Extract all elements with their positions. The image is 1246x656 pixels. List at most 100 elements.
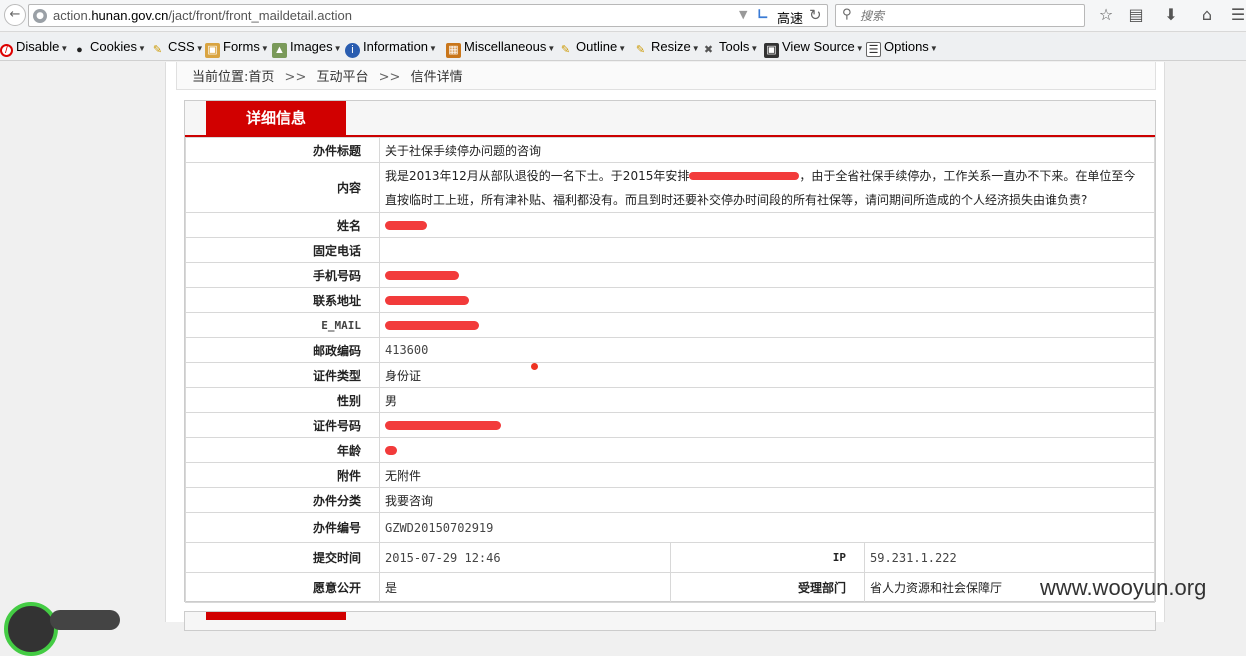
back-arrow-icon[interactable]: ← (4, 4, 26, 26)
breadcrumb-section-link[interactable]: 互动平台 (316, 70, 368, 85)
caret-down-icon: ▼ (429, 44, 437, 53)
bookmark-star-icon[interactable]: ☆ (1096, 5, 1116, 25)
css-icon: ✎ (152, 44, 163, 56)
floating-widget[interactable] (50, 610, 120, 630)
content-value: 我是2013年12月从部队退役的一名下士。于2015年安排 ，由于全省社保手续停办… (379, 162, 1155, 213)
age-value (379, 437, 1155, 463)
toolbar-item-miscellaneous[interactable]: ▦ Miscellaneous▼ (446, 39, 555, 58)
toolbar-item-view-source[interactable]: ▣ View Source▼ (764, 39, 864, 58)
redaction-mark (385, 296, 469, 305)
globe-icon: ● (33, 9, 47, 23)
field-label: E_MAIL (185, 312, 380, 338)
network-speed-widget[interactable] (4, 602, 58, 656)
toolbar-item-images[interactable]: ▲ Images▼ (272, 39, 342, 58)
field-label: 邮政编码 (185, 337, 380, 363)
toolbar-label: Information (363, 39, 429, 54)
field-label: 内容 (185, 162, 380, 213)
field-label: 手机号码 (185, 262, 380, 288)
field-label: 年龄 (185, 437, 380, 463)
caret-down-icon: ▼ (547, 44, 556, 53)
table-row: 证件类型 身份证 (185, 362, 1155, 388)
toolbar-item-information[interactable]: i Information▼ (345, 39, 437, 58)
field-label: 提交时间 (185, 542, 380, 573)
toolbar-label: Disable (16, 39, 60, 54)
page-content: 当前位置:首页 >> 互动平台 >> 信件详情 详细信息 办件标题 关于社保手续… (165, 62, 1165, 631)
view-source-icon: ▣ (764, 43, 779, 58)
breadcrumb-bar: 当前位置:首页 >> 互动平台 >> 信件详情 (176, 62, 1156, 90)
category-value: 我要咨询 (379, 487, 1155, 513)
field-label: 联系地址 (185, 287, 380, 313)
caret-down-icon: ▼ (60, 44, 69, 53)
toolbar-label: Images (290, 39, 333, 54)
toolbar-label: View Source (782, 39, 855, 54)
field-label: 受理部门 (670, 572, 865, 603)
caret-down-icon: ▼ (691, 44, 700, 53)
toolbar-item-cookies[interactable]: ● Cookies▼ (72, 39, 146, 58)
caret-down-icon: ▼ (929, 44, 938, 53)
menu-icon[interactable]: ☰ (1228, 5, 1246, 25)
postcode-value: 413600 (379, 337, 1155, 363)
reload-icon[interactable]: ↻ (809, 6, 822, 24)
speed-mode-label[interactable]: 高速 (777, 8, 803, 27)
ip-value: 59.231.1.222 (864, 542, 1155, 573)
toolbar-item-resize[interactable]: ✎ Resize▼ (633, 39, 700, 58)
speed-mode-icon[interactable]: ∟ (757, 7, 769, 23)
panel-title: 详细信息 (206, 101, 346, 135)
home-icon[interactable]: ⌂ (1197, 5, 1217, 25)
detail-table: 办件标题 关于社保手续停办问题的咨询 内容 我是2013年12月从部队退役的一名… (185, 137, 1155, 603)
table-row: 附件 无附件 (185, 462, 1155, 488)
redaction-mark (385, 271, 459, 280)
table-row: 办件标题 关于社保手续停办问题的咨询 (185, 137, 1155, 163)
table-row: 证件号码 (185, 412, 1155, 438)
miscellaneous-icon: ▦ (446, 43, 461, 58)
cookies-icon: ● (76, 44, 83, 56)
caret-down-icon: ▼ (855, 44, 864, 53)
gender-value: 男 (379, 387, 1155, 413)
resize-icon: ✎ (635, 44, 646, 56)
second-panel-tab (206, 612, 346, 620)
download-icon[interactable]: ⬇ (1161, 5, 1181, 25)
toolbar-label: Cookies (90, 39, 137, 54)
toolbar-item-options[interactable]: ☰ Options▼ (866, 39, 938, 57)
caret-down-icon: ▼ (195, 44, 204, 53)
toolbar-item-css[interactable]: ✎ CSS▼ (150, 39, 204, 58)
field-label: 证件号码 (185, 412, 380, 438)
table-row: 内容 我是2013年12月从部队退役的一名下士。于2015年安排 ，由于全省社保手… (185, 162, 1155, 213)
redaction-mark (385, 221, 427, 230)
table-row: 姓名 (185, 212, 1155, 238)
toolbar-item-outline[interactable]: ✎ Outline▼ (558, 39, 626, 58)
toolbar-item-tools[interactable]: ✖ Tools▼ (701, 39, 758, 58)
toolbar-item-disable[interactable]: / Disable▼ (0, 39, 68, 57)
breadcrumb-home-link[interactable]: 首页 (248, 70, 274, 85)
reading-list-icon[interactable]: ▤ (1126, 5, 1146, 25)
toolbar-label: Forms (223, 39, 260, 54)
toolbar-item-forms[interactable]: ▣ Forms▼ (205, 39, 269, 58)
table-row: 性别 男 (185, 387, 1155, 413)
table-row: E_MAIL (185, 312, 1155, 338)
number-value: GZWD20150702919 (379, 512, 1155, 543)
table-row: 办件分类 我要咨询 (185, 487, 1155, 513)
toolbar-label: Miscellaneous (464, 39, 547, 54)
search-icon: ⚲ (842, 7, 852, 22)
search-box[interactable]: ⚲ (835, 4, 1085, 27)
toolbar-label: Outline (576, 39, 618, 54)
panel-header: 详细信息 (185, 101, 1155, 137)
url-dropdown-icon[interactable]: ▼ (739, 8, 747, 21)
breadcrumb-separator: >> (284, 70, 307, 85)
redaction-mark (689, 172, 800, 180)
table-row: 邮政编码 413600 (185, 337, 1155, 363)
browser-navigation-bar: ← ● action.hunan.gov.cn/jact/front/front… (0, 0, 1246, 32)
caret-down-icon: ▼ (260, 44, 269, 53)
search-input[interactable] (860, 7, 1080, 24)
caret-down-icon: ▼ (750, 44, 759, 53)
detail-panel: 详细信息 办件标题 关于社保手续停办问题的咨询 内容 我是2013年12月从部队… (184, 100, 1156, 603)
address-bar[interactable]: ● action.hunan.gov.cn/jact/front/front_m… (28, 4, 828, 27)
breadcrumb-prefix: 当前位置: (192, 70, 249, 85)
disable-icon: / (0, 44, 13, 57)
caret-down-icon: ▼ (618, 44, 627, 53)
toolbar-label: CSS (168, 39, 195, 54)
address-value (379, 287, 1155, 313)
toolbar-label: Resize (651, 39, 691, 54)
options-icon: ☰ (866, 42, 881, 57)
phone-value (379, 237, 1155, 263)
